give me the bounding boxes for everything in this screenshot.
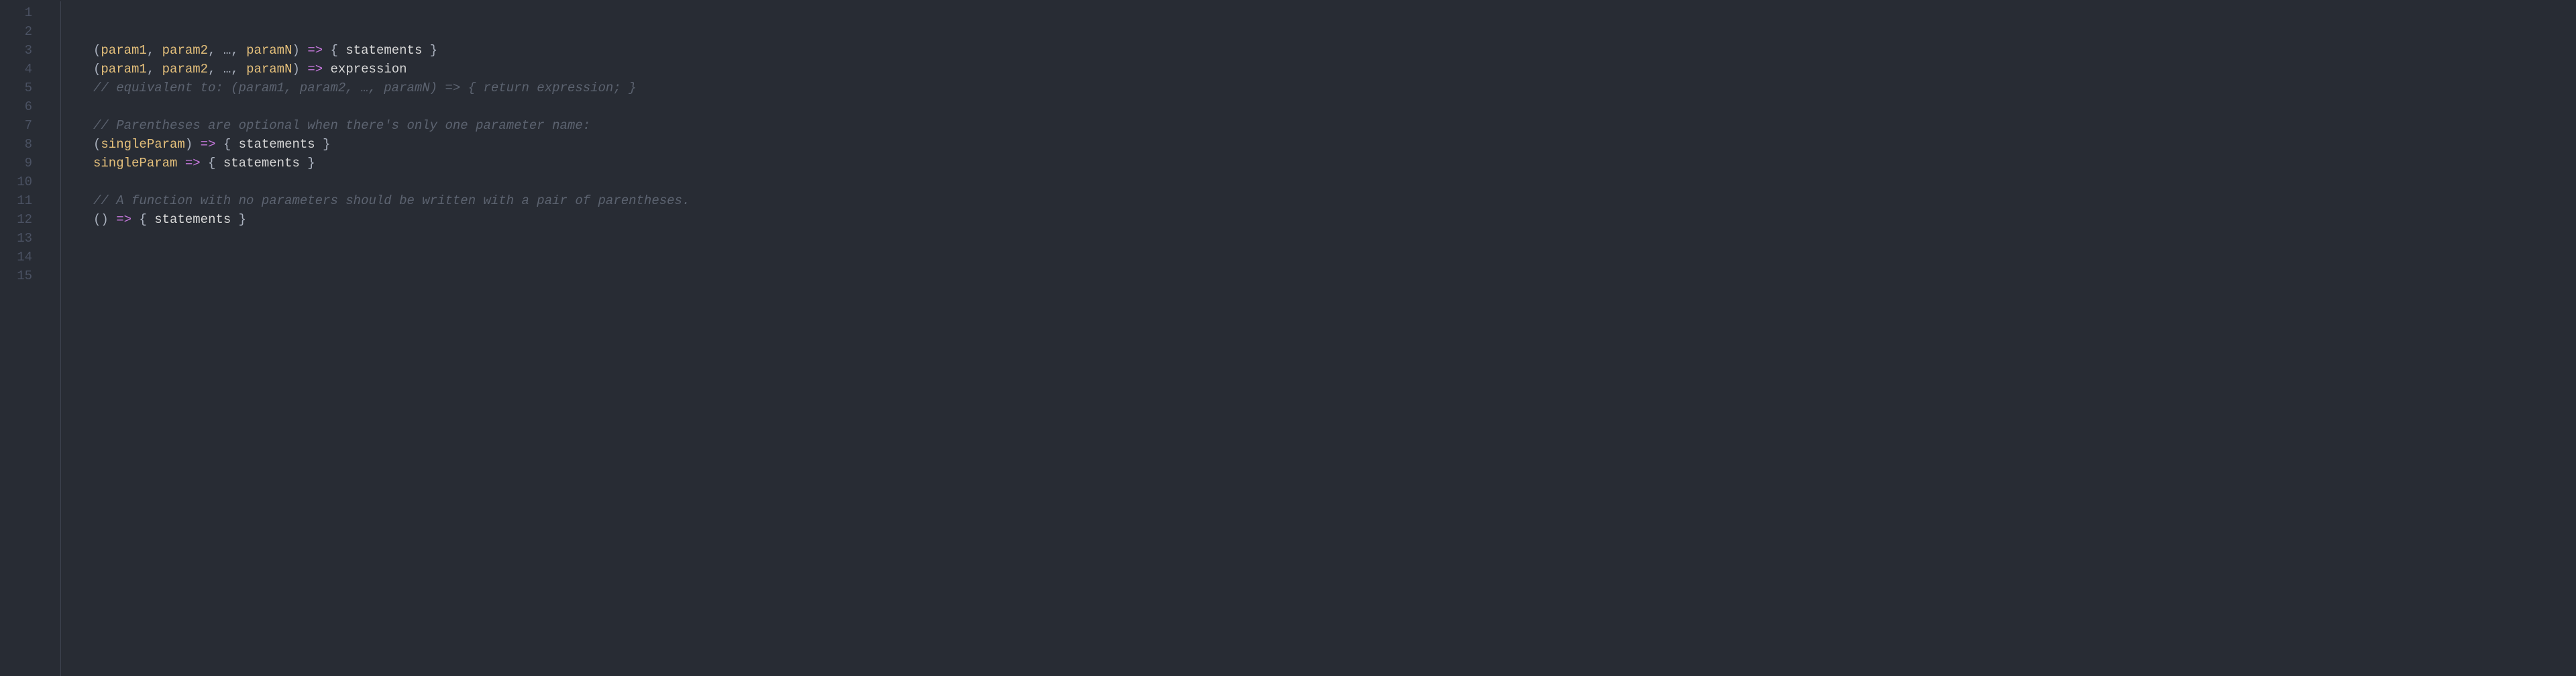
line-number: 11	[0, 191, 32, 210]
token-punct: ,	[147, 62, 162, 77]
token-punct: }	[300, 156, 315, 171]
code-line: // Parentheses are optional when there's…	[93, 116, 2576, 135]
fold-column	[46, 0, 60, 676]
token-punct: ()	[93, 212, 116, 227]
token-punct: {	[131, 212, 154, 227]
line-number: 1	[0, 3, 32, 22]
line-number: 6	[0, 97, 32, 116]
token-ident: statements	[345, 43, 422, 58]
line-number: 4	[0, 60, 32, 79]
token-arrow: =>	[116, 212, 131, 227]
token-param: paramN	[246, 43, 292, 58]
token-punct: }	[422, 43, 437, 58]
line-number: 9	[0, 154, 32, 173]
line-number: 5	[0, 79, 32, 97]
code-line	[93, 229, 2576, 248]
token-punct: }	[231, 212, 246, 227]
code-line: (param1, param2, …, paramN) => expressio…	[93, 60, 2576, 79]
code-line	[93, 248, 2576, 267]
token-punct: , …,	[208, 43, 246, 58]
line-number: 3	[0, 41, 32, 60]
code-line: (singleParam) => { statements }	[93, 135, 2576, 154]
token-comment: // equivalent to: (param1, param2, …, pa…	[93, 81, 637, 95]
code-line	[93, 173, 2576, 191]
token-ident: statements	[223, 156, 300, 171]
code-content[interactable]: (param1, param2, …, paramN) => { stateme…	[61, 0, 2576, 676]
token-param: param2	[162, 43, 208, 58]
code-line	[93, 3, 2576, 22]
code-line: (param1, param2, …, paramN) => { stateme…	[93, 41, 2576, 60]
token-param: singleParam	[93, 156, 177, 171]
token-ident: expression	[331, 62, 407, 77]
token-punct: (	[93, 137, 101, 152]
line-number: 12	[0, 210, 32, 229]
token-arrow: =>	[185, 156, 201, 171]
token-arrow: =>	[307, 62, 323, 77]
token-punct: )	[292, 62, 308, 77]
token-punct: , …,	[208, 62, 246, 77]
token-param: param1	[101, 62, 146, 77]
code-line: // equivalent to: (param1, param2, …, pa…	[93, 79, 2576, 97]
token-param: singleParam	[101, 137, 184, 152]
line-number: 14	[0, 248, 32, 267]
line-number: 7	[0, 116, 32, 135]
token-punct: }	[315, 137, 331, 152]
token-punct: )	[292, 43, 308, 58]
token-param: param2	[162, 62, 208, 77]
token-punct: )	[185, 137, 201, 152]
token-punct: {	[201, 156, 223, 171]
line-number-gutter: 1 2 3 4 5 6 7 8 9 10 11 12 13 14 15	[0, 0, 46, 676]
token-punct: (	[93, 43, 101, 58]
line-number: 10	[0, 173, 32, 191]
token-punct: {	[323, 43, 345, 58]
token-punct: ,	[147, 43, 162, 58]
token-punct: (	[93, 62, 101, 77]
token-param: param1	[101, 43, 146, 58]
token-ident: statements	[239, 137, 315, 152]
token-punct	[177, 156, 184, 171]
token-punct	[323, 62, 330, 77]
token-comment: // A function with no parameters should …	[93, 193, 690, 208]
line-number: 2	[0, 22, 32, 41]
line-number: 8	[0, 135, 32, 154]
token-ident: statements	[154, 212, 231, 227]
token-comment: // Parentheses are optional when there's…	[93, 118, 590, 133]
token-punct: {	[215, 137, 238, 152]
code-line	[93, 22, 2576, 41]
code-line: // A function with no parameters should …	[93, 191, 2576, 210]
token-arrow: =>	[201, 137, 216, 152]
line-number: 15	[0, 267, 32, 285]
token-arrow: =>	[307, 43, 323, 58]
code-line	[93, 97, 2576, 116]
code-line	[93, 267, 2576, 285]
code-line: () => { statements }	[93, 210, 2576, 229]
code-editor[interactable]: 1 2 3 4 5 6 7 8 9 10 11 12 13 14 15 (par…	[0, 0, 2576, 676]
token-param: paramN	[246, 62, 292, 77]
line-number: 13	[0, 229, 32, 248]
code-line: singleParam => { statements }	[93, 154, 2576, 173]
